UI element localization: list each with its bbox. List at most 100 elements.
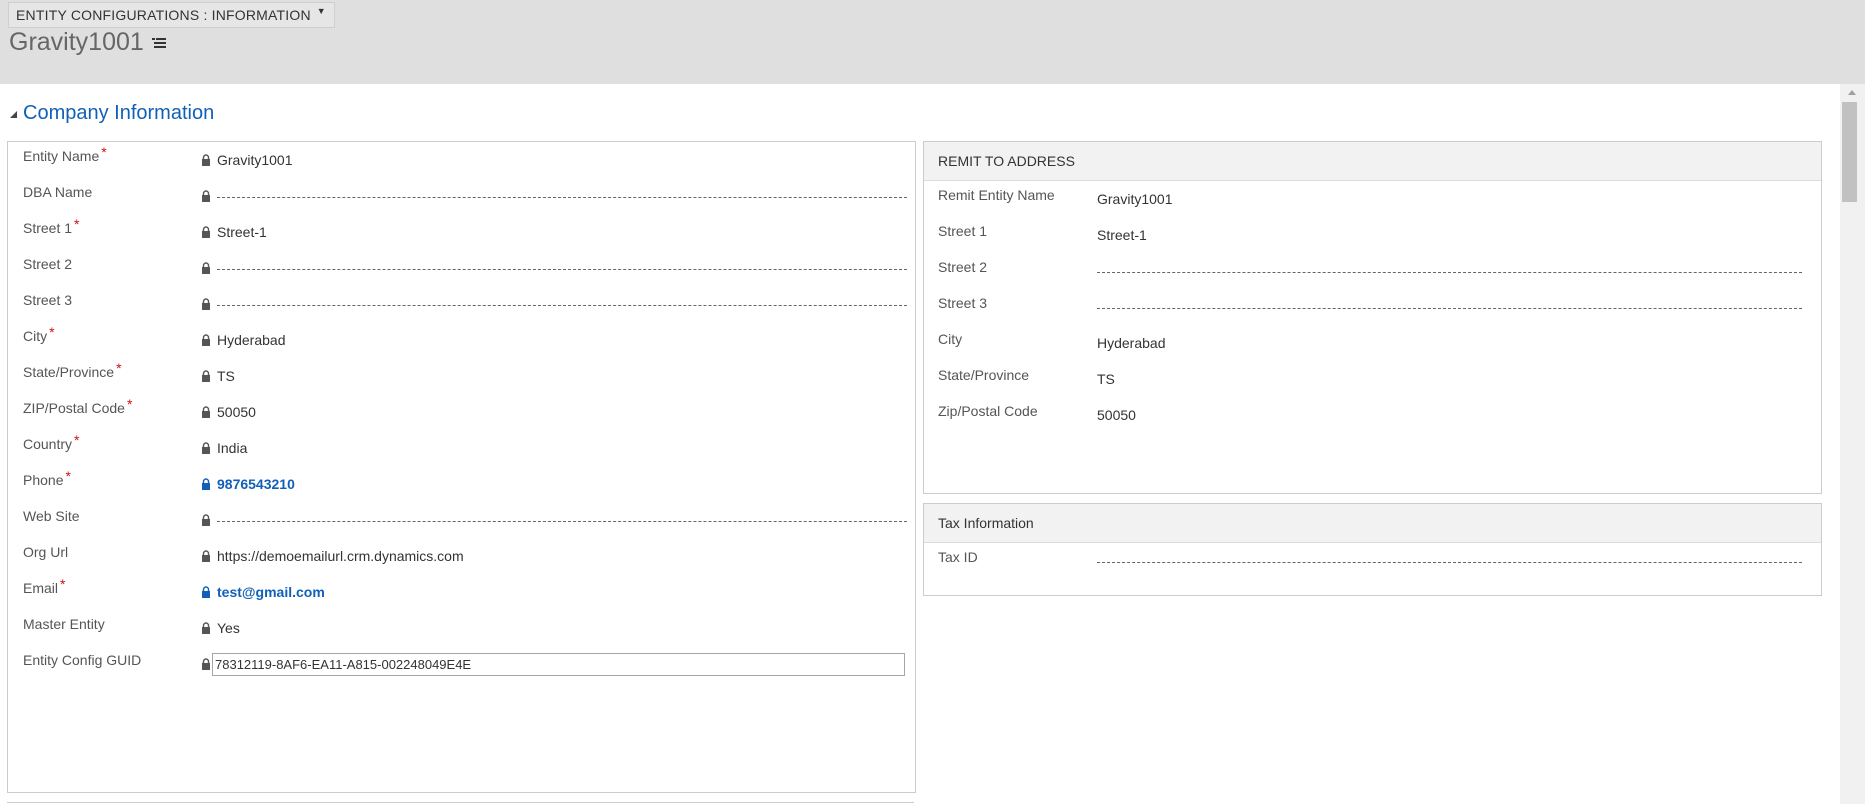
required-marker: * xyxy=(49,324,55,340)
field-label: Street 2 xyxy=(23,256,73,272)
field-master-entity: Master Entity Yes xyxy=(8,610,915,646)
field-street-1: Street 1 * Street-1 xyxy=(8,214,915,250)
lock-icon xyxy=(202,478,210,490)
lock-icon xyxy=(202,442,210,454)
field-state-province: State/Province * TS xyxy=(8,358,915,394)
remit-to-address-panel: REMIT TO ADDRESS Remit Entity Name Gravi… xyxy=(923,141,1822,494)
vertical-scrollbar[interactable] xyxy=(1840,84,1865,804)
remit-field-city: City Hyderabad xyxy=(924,325,1821,361)
required-marker: * xyxy=(101,144,107,160)
lock-icon xyxy=(202,298,210,310)
field-label: Web Site xyxy=(23,508,80,524)
empty-value-line[interactable] xyxy=(217,305,907,306)
remit-panel-title: REMIT TO ADDRESS xyxy=(924,142,1821,181)
required-marker: * xyxy=(74,216,80,232)
empty-value-line[interactable] xyxy=(1097,272,1802,273)
field-value[interactable]: 50050 xyxy=(217,404,256,420)
lock-icon xyxy=(202,622,210,634)
required-marker: * xyxy=(116,360,122,376)
field-city: City * Hyderabad xyxy=(8,322,915,358)
list-menu-icon[interactable] xyxy=(151,37,166,49)
field-label: Tax ID xyxy=(938,549,978,565)
email-link[interactable]: test@gmail.com xyxy=(217,584,325,600)
guid-input[interactable]: 78312119-8AF6-EA11-A815-002248049E4E xyxy=(212,653,905,676)
scroll-up-arrow-icon[interactable] xyxy=(1848,90,1856,95)
field-value[interactable]: https://demoemailurl.crm.dynamics.com xyxy=(217,548,464,564)
lock-icon xyxy=(202,658,210,670)
field-org-url: Org Url https://demoemailurl.crm.dynamic… xyxy=(8,538,915,574)
field-email: Email * test@gmail.com xyxy=(8,574,915,610)
form-selector[interactable]: ENTITY CONFIGURATIONS : INFORMATION ▼ xyxy=(8,2,335,28)
field-label: DBA Name xyxy=(23,184,93,200)
field-label: Entity Name * xyxy=(23,144,107,164)
field-entity-config-guid: Entity Config GUID 78312119-8AF6-EA11-A8… xyxy=(8,646,915,682)
field-label: Street 1 * xyxy=(23,216,80,236)
field-value[interactable]: Hyderabad xyxy=(1097,335,1166,351)
section-header-company-information[interactable]: Company Information xyxy=(10,102,214,125)
next-section-divider xyxy=(7,802,914,803)
form-content: Company Information Entity Name * Gravity… xyxy=(0,84,1840,804)
field-label: City xyxy=(938,331,963,347)
scrollbar-thumb[interactable] xyxy=(1842,102,1857,202)
section-title: Company Information xyxy=(23,102,215,124)
empty-value-line[interactable] xyxy=(217,521,907,522)
remit-field-street-1: Street 1 Street-1 xyxy=(924,217,1821,253)
field-dba-name: DBA Name xyxy=(8,178,915,214)
lock-icon xyxy=(202,550,210,562)
empty-value-line[interactable] xyxy=(217,269,907,270)
field-value[interactable]: TS xyxy=(1097,371,1115,387)
field-value[interactable]: Street-1 xyxy=(217,224,267,240)
lock-icon xyxy=(202,586,210,598)
empty-value-line[interactable] xyxy=(1097,562,1802,563)
field-phone: Phone * 9876543210 xyxy=(8,466,915,502)
field-value[interactable]: India xyxy=(217,440,247,456)
lock-icon xyxy=(202,154,210,166)
field-value[interactable]: Gravity1001 xyxy=(1097,191,1172,207)
tax-panel-title: Tax Information xyxy=(924,504,1821,543)
remit-field-state-province: State/Province TS xyxy=(924,361,1821,397)
field-value[interactable]: Yes xyxy=(217,620,240,636)
field-label: Street 1 xyxy=(938,223,988,239)
required-marker: * xyxy=(60,576,66,592)
required-marker: * xyxy=(126,396,133,412)
field-value[interactable]: Gravity1001 xyxy=(217,152,292,168)
field-label: Zip/Postal Code xyxy=(938,403,1038,419)
field-label: City * xyxy=(23,324,55,344)
phone-link[interactable]: 9876543210 xyxy=(217,476,295,492)
field-label: Phone * xyxy=(23,468,71,488)
remit-field-street-3: Street 3 xyxy=(924,289,1821,325)
field-label: Master Entity xyxy=(23,616,105,632)
field-value[interactable]: TS xyxy=(217,368,235,384)
remit-field-entity-name: Remit Entity Name Gravity1001 xyxy=(924,181,1821,217)
field-label: Street 2 xyxy=(938,259,988,275)
field-label: Remit Entity Name xyxy=(938,187,1055,203)
lock-icon xyxy=(202,262,210,274)
tax-information-panel: Tax Information Tax ID xyxy=(923,503,1822,596)
lock-icon xyxy=(202,370,210,382)
field-label: Org Url xyxy=(23,544,69,560)
form-selector-label: ENTITY CONFIGURATIONS : INFORMATION xyxy=(16,7,311,23)
empty-value-line[interactable] xyxy=(217,197,907,198)
field-entity-name: Entity Name * Gravity1001 xyxy=(8,142,915,178)
field-country: Country * India xyxy=(8,430,915,466)
company-information-panel: Entity Name * Gravity1001 DBA Name Street… xyxy=(7,141,916,793)
field-value[interactable]: Street-1 xyxy=(1097,227,1147,243)
lock-icon xyxy=(202,334,210,346)
field-label: Country * xyxy=(23,432,80,452)
lock-icon xyxy=(202,514,210,526)
empty-value-line[interactable] xyxy=(1097,308,1802,309)
page-header: ENTITY CONFIGURATIONS : INFORMATION ▼ Gr… xyxy=(0,0,1865,84)
field-street-3: Street 3 xyxy=(8,286,915,322)
field-value[interactable]: Hyderabad xyxy=(217,332,286,348)
lock-icon xyxy=(202,190,210,202)
record-title-text: Gravity1001 xyxy=(9,28,144,56)
remit-field-zip-postal-code: Zip/Postal Code 50050 xyxy=(924,397,1821,433)
collapse-triangle-icon[interactable] xyxy=(10,111,17,118)
field-street-2: Street 2 xyxy=(8,250,915,286)
lock-icon xyxy=(202,226,210,238)
field-label: Entity Config GUID xyxy=(23,652,142,668)
remit-field-street-2: Street 2 xyxy=(924,253,1821,289)
lock-icon xyxy=(202,406,210,418)
field-value[interactable]: 50050 xyxy=(1097,407,1136,423)
tax-field-tax-id: Tax ID xyxy=(924,543,1821,579)
